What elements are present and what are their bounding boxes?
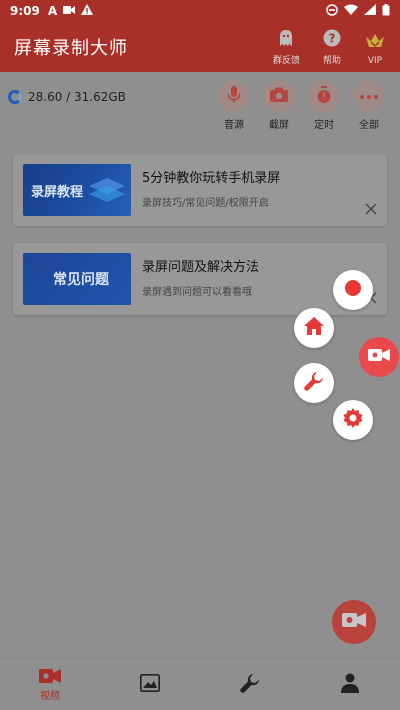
tools-fab[interactable] [294, 363, 334, 403]
faq-thumb-text: 常见问题 [53, 272, 109, 288]
mic-icon [227, 85, 241, 107]
app-title: 屏幕录制大师 [14, 38, 128, 59]
video-camera-icon [342, 612, 366, 632]
tool-audio-label: 音源 [224, 120, 244, 131]
tool-screenshot[interactable]: 截屏 [262, 80, 296, 131]
warning-icon [81, 4, 94, 18]
signal-icon [364, 4, 376, 18]
help-button[interactable]: ? 帮助 [322, 28, 342, 66]
tool-screenshot-label: 截屏 [269, 120, 289, 131]
app-a-icon: A [47, 4, 58, 18]
tutorial-subtitle: 录屏技巧/常见问题/权限开启 [142, 198, 269, 209]
nav-profile[interactable] [300, 659, 400, 710]
battery-icon [382, 3, 390, 19]
video-icon [39, 668, 61, 687]
nav-video[interactable]: 视频 [0, 659, 100, 710]
svg-text:?: ? [329, 32, 336, 46]
status-time: 9:09 [10, 4, 40, 18]
tutorial-card[interactable]: 录屏教程 5分钟教你玩转手机录屏 录屏技巧/常见问题/权限开启 [13, 154, 387, 226]
tutorial-thumb-text: 录屏教程 [31, 184, 84, 200]
timer-icon [316, 85, 332, 107]
close-icon[interactable] [365, 200, 377, 215]
home-icon [304, 317, 324, 339]
help-icon: ? [322, 28, 342, 53]
vip-button[interactable]: VIP [364, 31, 386, 66]
faq-card[interactable]: 常见问题 录屏问题及解决方法 录屏遇到问题可以看看哦 [13, 243, 387, 315]
home-fab[interactable] [294, 308, 334, 348]
gear-icon [343, 408, 363, 432]
storage-text: 28.60 / 31.62GB [28, 90, 126, 104]
camera-notification-icon [63, 4, 76, 18]
faq-subtitle: 录屏遇到问题可以看看哦 [142, 287, 252, 298]
camera-icon [270, 87, 288, 105]
tool-all-label: 全部 [359, 120, 379, 131]
image-icon [140, 674, 160, 695]
tool-timer-label: 定时 [314, 120, 334, 131]
more-icon [360, 91, 378, 102]
floating-record-toggle[interactable] [359, 337, 399, 377]
faq-thumbnail: 常见问题 [23, 253, 131, 305]
nav-video-label: 视频 [40, 690, 60, 702]
status-bar: 9:09 A [0, 0, 400, 22]
help-label: 帮助 [322, 56, 341, 66]
faq-title: 录屏问题及解决方法 [142, 260, 260, 275]
video-camera-icon [368, 347, 390, 367]
start-recording-button[interactable] [332, 600, 376, 644]
ghost-icon [276, 28, 296, 53]
wrench-icon [240, 673, 260, 696]
person-icon [341, 673, 359, 696]
feedback-button[interactable]: 群反馈 [273, 28, 300, 66]
tool-all[interactable]: 全部 [352, 80, 386, 131]
toolbar-row: 28.60 / 31.62GB 音源 截屏 定时 全部 [0, 72, 400, 140]
nav-tools[interactable] [200, 659, 300, 710]
tool-timer[interactable]: 定时 [307, 80, 341, 131]
nav-images[interactable] [100, 659, 200, 710]
record-dot-icon [344, 279, 362, 301]
bottom-nav: 视频 [0, 658, 400, 710]
do-not-disturb-icon [326, 3, 338, 19]
vip-label: VIP [367, 56, 383, 66]
feedback-label: 群反馈 [272, 56, 300, 66]
wifi-icon [344, 4, 358, 18]
settings-fab[interactable] [333, 400, 373, 440]
tutorial-thumbnail: 录屏教程 [23, 164, 131, 216]
layers-graphic [89, 178, 125, 202]
tool-audio-source[interactable]: 音源 [217, 80, 251, 131]
wrench-icon [304, 371, 324, 395]
storage-indicator: 28.60 / 31.62GB [8, 90, 126, 104]
tutorial-title: 5分钟教你玩转手机录屏 [142, 171, 281, 186]
app-header: 屏幕录制大师 群反馈 ? 帮助 VIP [0, 22, 400, 72]
storage-ring-icon [8, 90, 22, 104]
record-fab[interactable] [333, 270, 373, 310]
crown-icon [364, 31, 386, 56]
